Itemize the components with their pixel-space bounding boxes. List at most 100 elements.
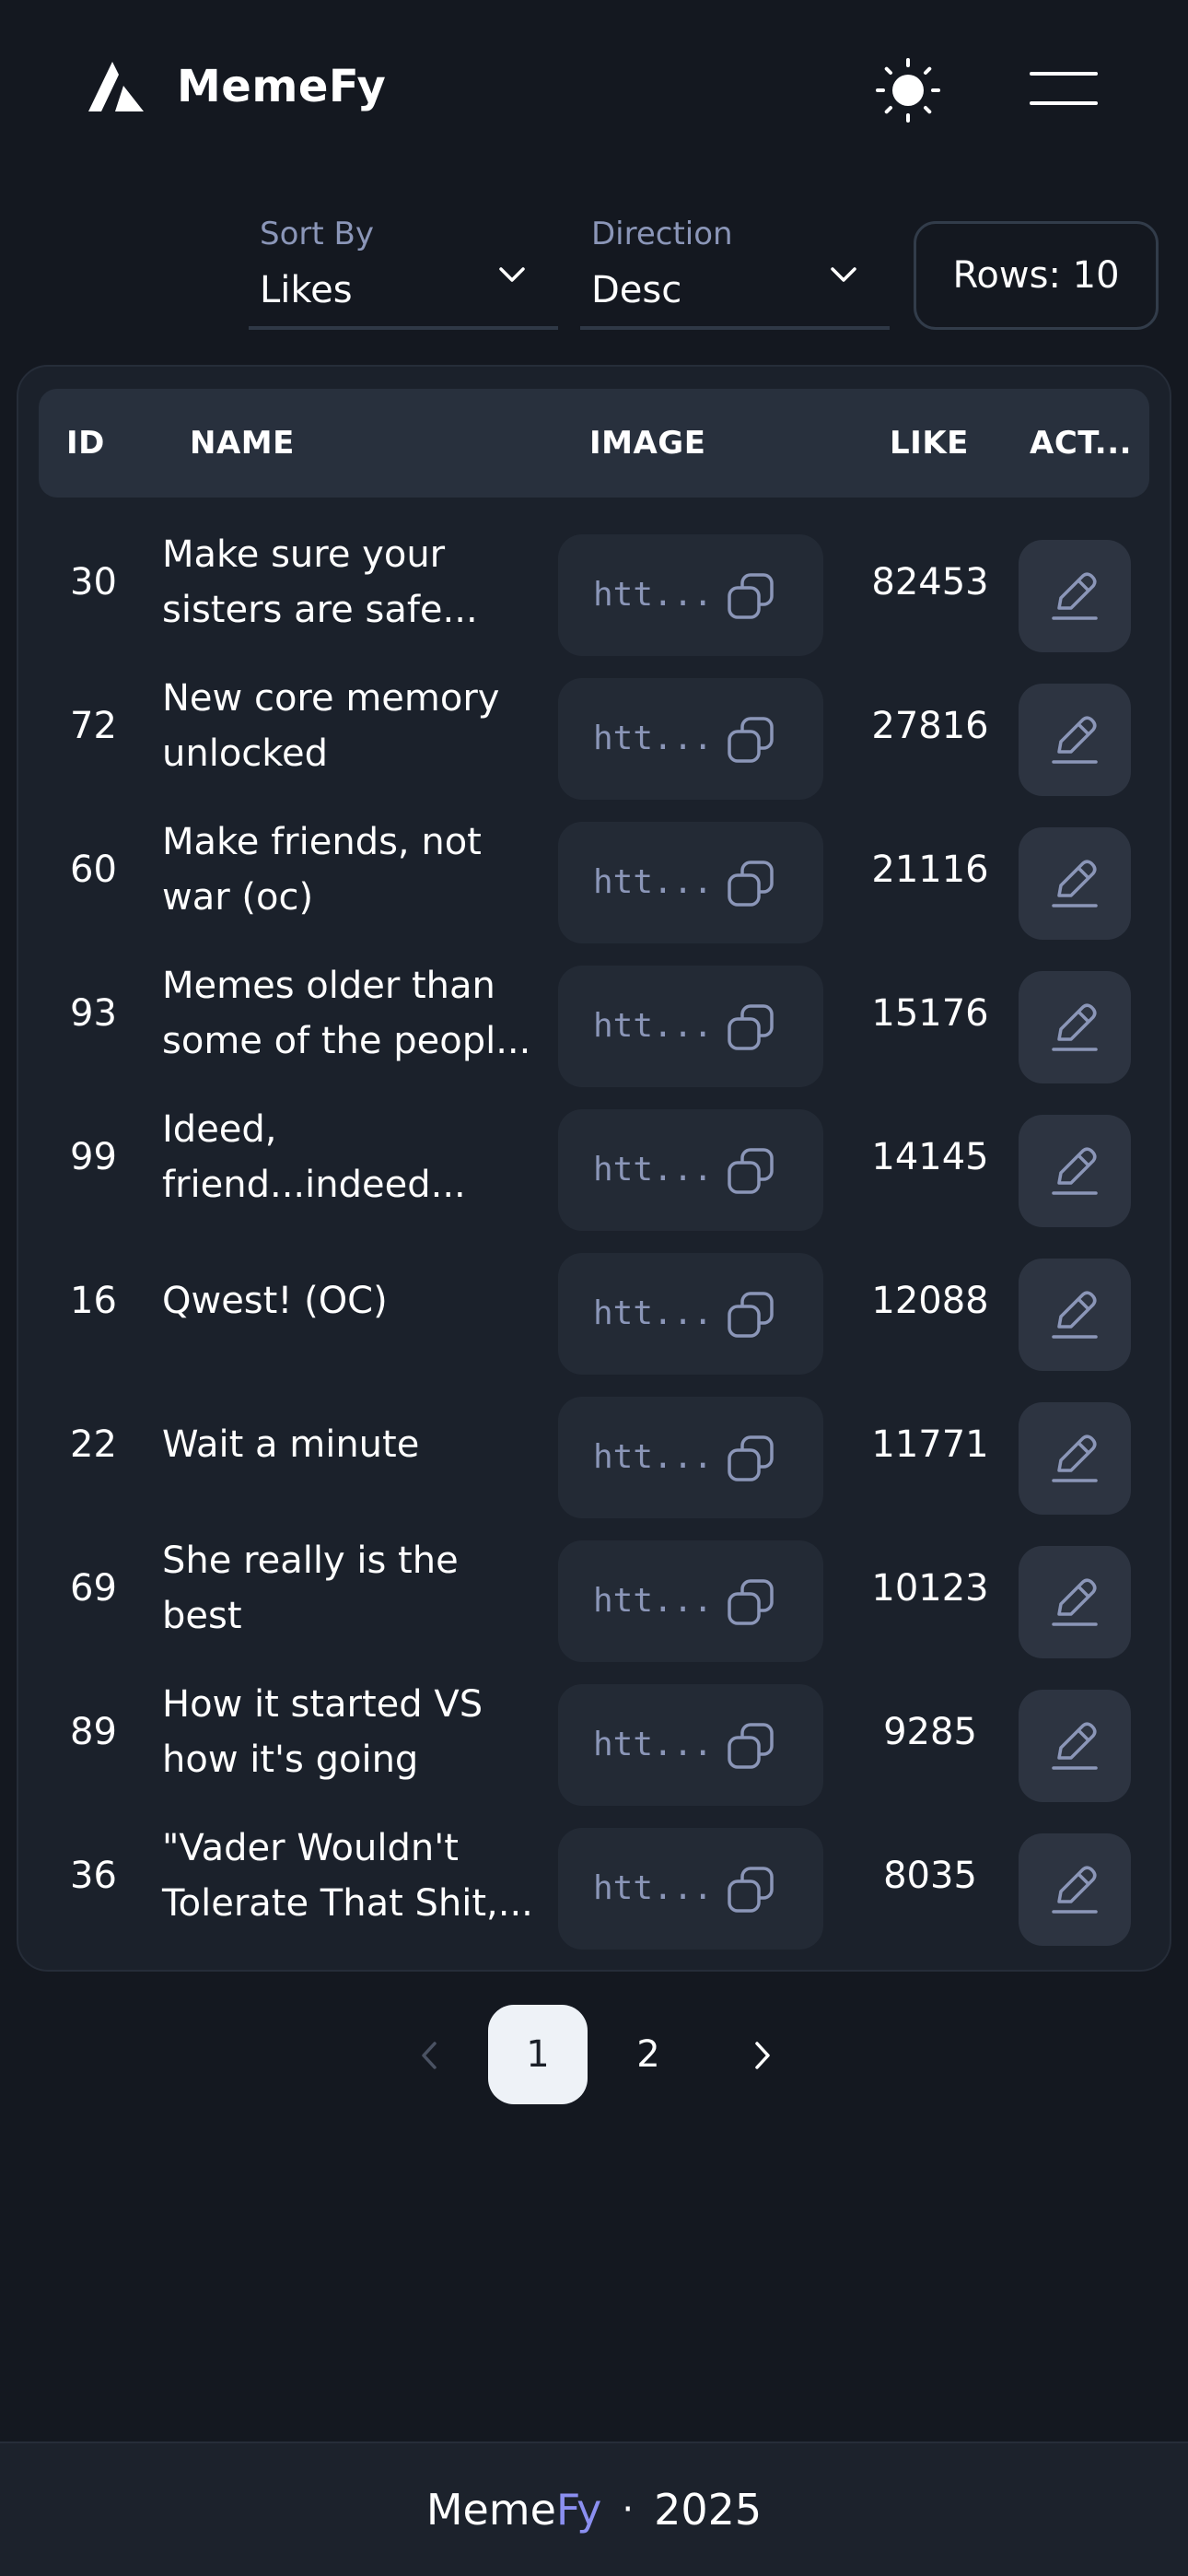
- edit-button[interactable]: [1019, 1402, 1131, 1515]
- image-url-text: htt...: [593, 1151, 714, 1188]
- cell-like: 8035: [883, 1855, 977, 1897]
- table-row: 36 "Vader Wouldn't Tolerate That Shit,...…: [18, 1804, 1173, 1950]
- cell-name-text: She really is the best: [162, 1540, 459, 1637]
- cell-id: 93: [70, 992, 117, 1035]
- table-row: 22 Wait a minute htt... 11771: [18, 1373, 1173, 1518]
- image-url-pill[interactable]: htt...: [558, 1109, 823, 1231]
- cell-like: 14145: [871, 1136, 989, 1178]
- brand[interactable]: MemeFy: [88, 61, 386, 112]
- column-header-image[interactable]: IMAGE: [589, 389, 705, 498]
- copy-icon[interactable]: [726, 715, 775, 765]
- pagination-next-icon[interactable]: [742, 2031, 783, 2080]
- rows-per-page-button[interactable]: Rows: 10: [914, 221, 1159, 330]
- image-url-pill[interactable]: htt...: [558, 1684, 823, 1806]
- table-controls: Sort By Likes Direction Desc Rows: 10: [0, 210, 1188, 334]
- copy-icon[interactable]: [726, 571, 775, 621]
- pencil-icon: [1052, 1147, 1098, 1195]
- cell-name: Make friends, not war (oc): [162, 798, 540, 942]
- pagination-page-1[interactable]: 1: [488, 2005, 588, 2104]
- copy-icon[interactable]: [726, 1146, 775, 1196]
- edit-button[interactable]: [1019, 1833, 1131, 1946]
- image-url-pill[interactable]: htt...: [558, 678, 823, 800]
- cell-like: 11771: [871, 1423, 989, 1466]
- pencil-icon: [1052, 1434, 1098, 1482]
- image-url-text: htt...: [593, 1007, 714, 1045]
- cell-name: Wait a minute: [162, 1373, 540, 1516]
- edit-button[interactable]: [1019, 971, 1131, 1083]
- edit-button[interactable]: [1019, 827, 1131, 940]
- image-url-pill[interactable]: htt...: [558, 822, 823, 943]
- edit-button[interactable]: [1019, 540, 1131, 652]
- memefy-logo-icon: [88, 62, 144, 111]
- direction-value: Desc: [591, 269, 682, 311]
- image-url-text: htt...: [593, 1438, 714, 1476]
- sort-by-select[interactable]: Sort By Likes: [249, 210, 558, 330]
- cell-id: 72: [70, 705, 117, 747]
- cell-name-text: Make friends, not war (oc): [162, 821, 482, 919]
- sort-by-label: Sort By: [260, 216, 374, 252]
- copy-icon[interactable]: [726, 1290, 775, 1340]
- chevron-down-icon: [499, 267, 525, 282]
- edit-button[interactable]: [1019, 1115, 1131, 1227]
- cell-name: Memes older than some of the peopl...: [162, 942, 540, 1085]
- image-url-text: htt...: [593, 863, 714, 901]
- app-header: MemeFy: [0, 0, 1188, 180]
- cell-id: 69: [70, 1567, 117, 1610]
- image-url-text: htt...: [593, 720, 714, 757]
- edit-button[interactable]: [1019, 1546, 1131, 1658]
- image-url-text: htt...: [593, 1869, 714, 1907]
- copy-icon[interactable]: [726, 859, 775, 908]
- pagination-prev-icon[interactable]: [409, 2031, 449, 2080]
- image-url-pill[interactable]: htt...: [558, 1540, 823, 1662]
- image-url-pill[interactable]: htt...: [558, 1397, 823, 1518]
- pencil-icon: [1052, 1578, 1098, 1626]
- footer-brand-main: Meme: [425, 2485, 556, 2535]
- cell-name: She really is the best: [162, 1516, 540, 1660]
- copy-icon[interactable]: [726, 1577, 775, 1627]
- column-header-like[interactable]: LIKE: [890, 389, 969, 498]
- copy-icon[interactable]: [726, 1865, 775, 1914]
- copy-icon[interactable]: [726, 1434, 775, 1483]
- column-header-id[interactable]: ID: [66, 389, 105, 498]
- image-url-pill[interactable]: htt...: [558, 1828, 823, 1950]
- column-header-name[interactable]: NAME: [190, 389, 295, 498]
- table-row: 30 Make sure your sisters are safe... htt.…: [18, 510, 1173, 656]
- cell-like: 9285: [883, 1711, 977, 1753]
- cell-id: 89: [70, 1711, 117, 1753]
- memes-table: ID NAME IMAGE LIKE ACT... 30 Make sure yo…: [17, 365, 1171, 1972]
- brand-name: MemeFy: [177, 61, 387, 112]
- table-row: 72 New core memory unlocked htt... 27816: [18, 654, 1173, 800]
- edit-button[interactable]: [1019, 1690, 1131, 1802]
- pencil-icon: [1052, 1291, 1098, 1339]
- image-url-pill[interactable]: htt...: [558, 966, 823, 1087]
- cell-name: How it started VS how it's going: [162, 1660, 540, 1804]
- cell-name: "Vader Wouldn't Tolerate That Shit,...: [162, 1804, 540, 1948]
- image-url-pill[interactable]: htt...: [558, 534, 823, 656]
- image-url-text: htt...: [593, 576, 714, 614]
- image-url-text: htt...: [593, 1582, 714, 1620]
- direction-label: Direction: [591, 216, 733, 252]
- copy-icon[interactable]: [726, 1002, 775, 1052]
- table-row: 16 Qwest! (OC) htt... 12088: [18, 1229, 1173, 1375]
- pencil-icon: [1052, 1003, 1098, 1051]
- hamburger-menu-icon[interactable]: [1028, 66, 1100, 114]
- edit-button[interactable]: [1019, 1259, 1131, 1371]
- cell-name: New core memory unlocked: [162, 654, 540, 798]
- cell-name: Make sure your sisters are safe...: [162, 510, 540, 654]
- pagination: 1 2: [0, 2005, 1188, 2106]
- pagination-page-2[interactable]: 2: [599, 2005, 698, 2104]
- cell-like: 12088: [871, 1280, 989, 1322]
- pencil-icon: [1052, 1722, 1098, 1770]
- copy-icon[interactable]: [726, 1721, 775, 1771]
- cell-name-text: New core memory unlocked: [162, 677, 500, 775]
- cell-id: 30: [70, 561, 117, 603]
- direction-select[interactable]: Direction Desc: [580, 210, 890, 330]
- footer-year: 2025: [654, 2485, 763, 2535]
- column-header-actions: ACT...: [1030, 425, 1133, 462]
- chevron-down-icon: [831, 267, 856, 282]
- image-url-pill[interactable]: htt...: [558, 1253, 823, 1375]
- table-row: 99 Ideed, friend...indeed... htt... 14145: [18, 1085, 1173, 1231]
- pencil-icon: [1052, 716, 1098, 764]
- edit-button[interactable]: [1019, 684, 1131, 796]
- sun-icon[interactable]: [875, 57, 941, 123]
